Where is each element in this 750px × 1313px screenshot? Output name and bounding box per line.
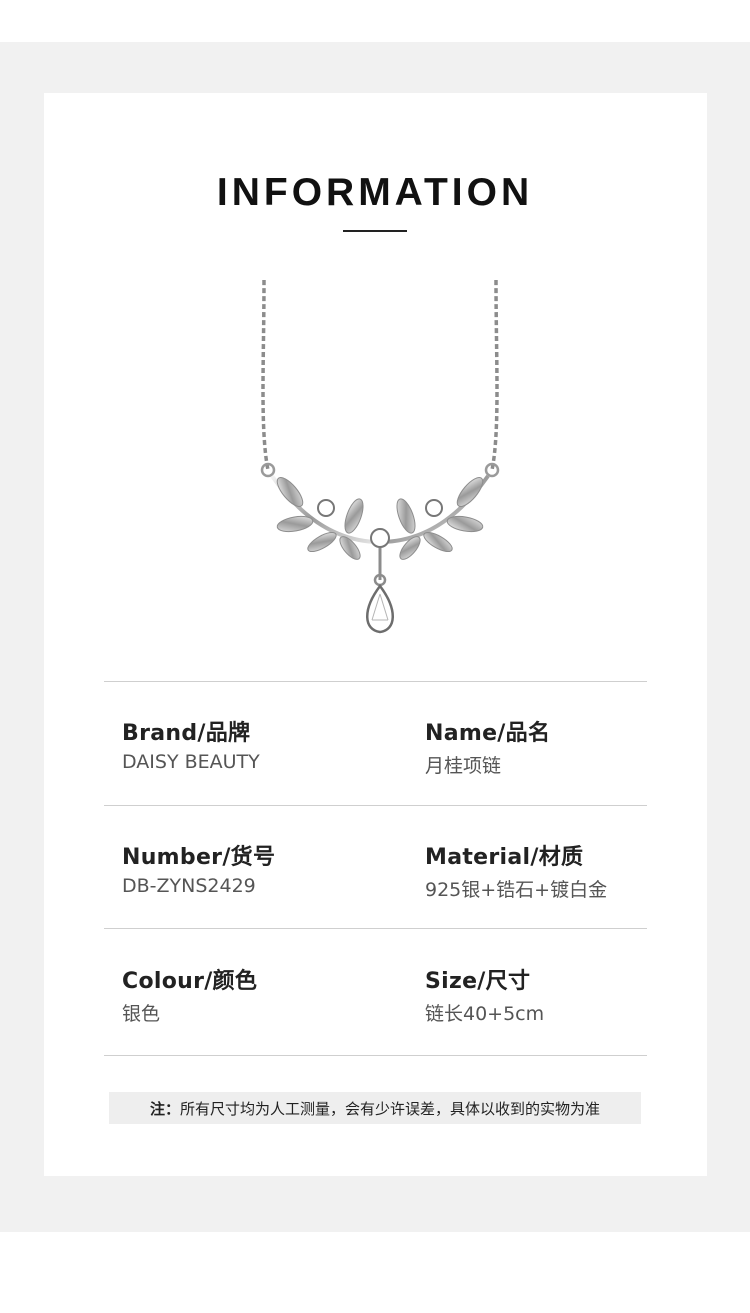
colour-value: 银色 (122, 1003, 161, 1025)
divider (104, 681, 647, 682)
material-value: 925银+锆石+镀白金 (425, 879, 608, 901)
colour-label: Colour/颜色 (122, 969, 258, 994)
divider (104, 1055, 647, 1056)
number-value: DB-ZYNS2429 (122, 875, 256, 897)
note-text: 所有尺寸均为人工测量，会有少许误差，具体以收到的实物为准 (180, 1099, 601, 1118)
title-underline (343, 230, 407, 232)
brand-value: DAISY BEAUTY (122, 751, 260, 773)
section-title: INFORMATION (216, 171, 534, 214)
size-label: Size/尺寸 (425, 969, 531, 994)
name-label: Name/品名 (425, 721, 551, 746)
brand-label: Brand/品牌 (122, 721, 251, 746)
number-label: Number/货号 (122, 845, 276, 870)
size-value: 链长40+5cm (425, 1003, 545, 1025)
material-label: Material/材质 (425, 845, 584, 870)
measurement-note: 注： 所有尺寸均为人工测量，会有少许误差，具体以收到的实物为准 (109, 1092, 641, 1124)
divider (104, 928, 647, 929)
name-value: 月桂项链 (425, 755, 502, 777)
necklace-image (260, 280, 500, 634)
note-prefix: 注： (149, 1099, 180, 1118)
divider (104, 805, 647, 806)
